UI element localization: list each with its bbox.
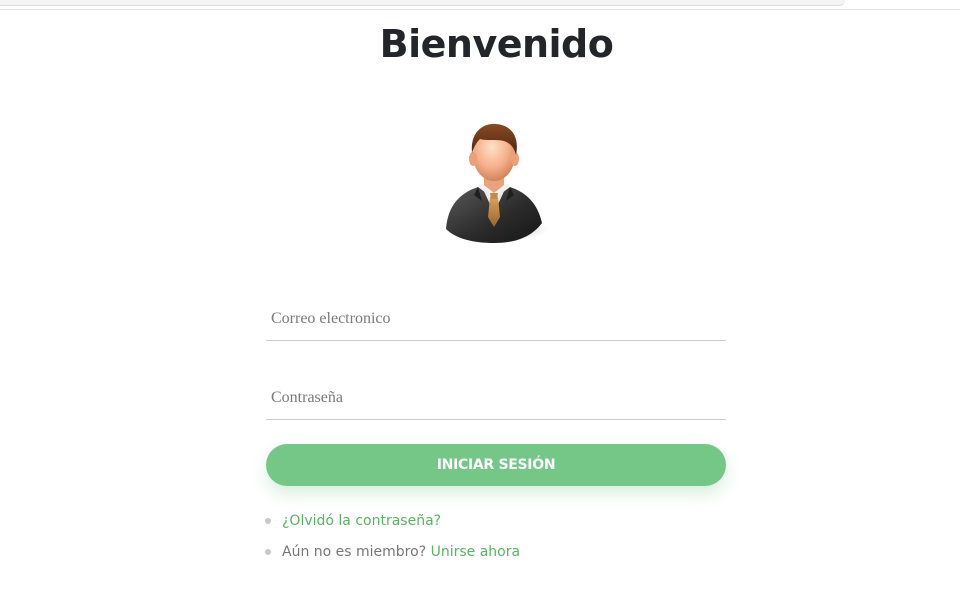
login-button[interactable]: INICIAR SESIÓN [266,444,726,486]
user-businessman-icon [446,123,548,243]
not-member-text: Aún no es miembro? [282,544,427,560]
forgot-password-link[interactable]: ¿Olvidó la contraseña? [282,513,441,529]
help-links: ¿Olvidó la contraseña? Aún no es miembro… [264,508,520,570]
avatar [438,117,550,247]
join-now-link[interactable]: Unirse ahora [431,544,520,560]
list-item: ¿Olvidó la contraseña? [264,508,520,539]
page-title: Bienvenido [379,22,614,66]
list-item: Aún no es miembro? Unirse ahora [264,539,520,570]
browser-tab-edge [0,0,845,6]
browser-top-strip [0,0,960,10]
bullet-icon [265,549,271,555]
password-field[interactable] [266,376,726,420]
email-field[interactable] [266,297,726,341]
bullet-icon [265,518,271,524]
